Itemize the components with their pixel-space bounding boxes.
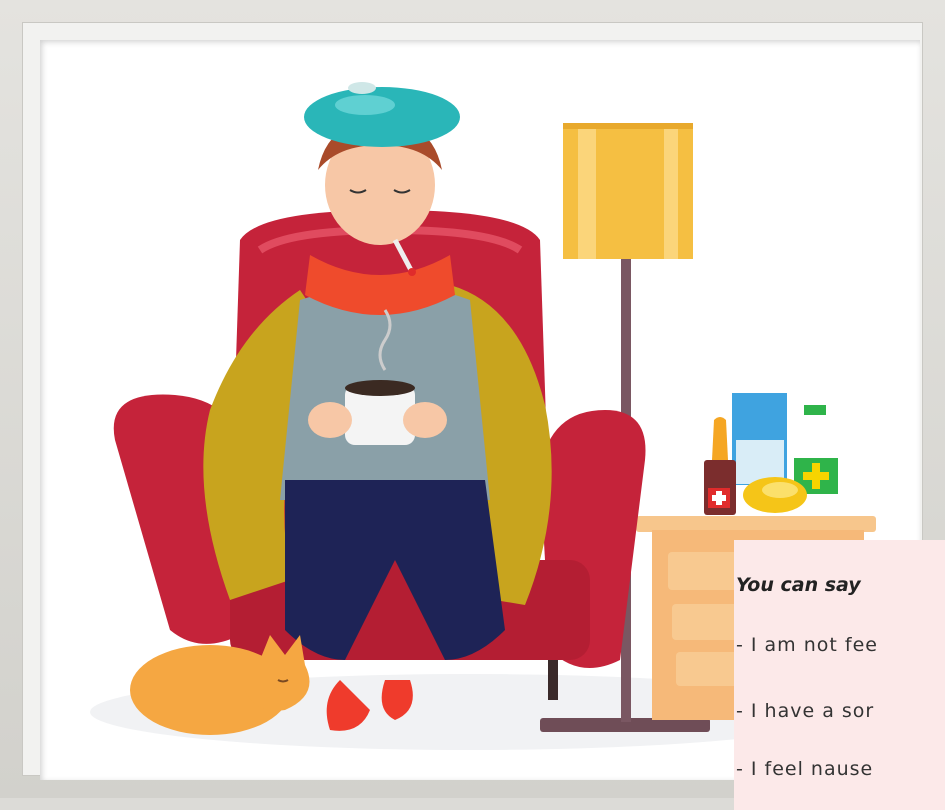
callout-heading: You can say	[736, 574, 861, 596]
callout-line-1: - I am not fee	[736, 634, 878, 656]
callout-line-3: - I feel nause	[736, 758, 874, 780]
medicine-bottle-icon	[704, 417, 736, 515]
ice-pack-icon	[304, 82, 460, 147]
callout-line-2: - I have a sor	[736, 700, 875, 722]
lemon-icon	[743, 477, 807, 513]
